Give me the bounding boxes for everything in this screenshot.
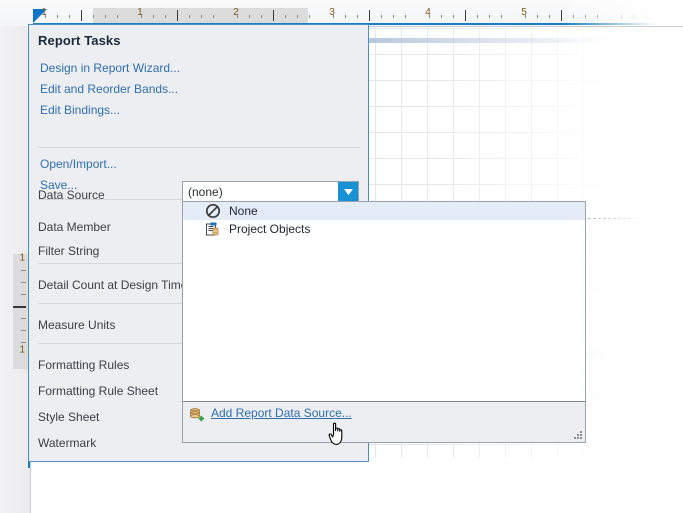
horizontal-ruler-tick — [273, 10, 274, 21]
horizontal-ruler-tick — [549, 15, 550, 18]
horizontal-ruler-tick — [105, 15, 106, 18]
open-import-link[interactable]: Open/Import... — [40, 154, 360, 175]
horizontal-ruler-tick — [369, 10, 370, 21]
horizontal-ruler-tick — [501, 15, 502, 18]
horizontal-ruler-tick — [213, 15, 214, 18]
project-objects-icon — [205, 221, 221, 237]
vertical-ruler-label: 1 — [19, 252, 25, 264]
data-source-combobox-value: (none) — [188, 185, 223, 199]
panel-action-links: Design in Report Wizard... Edit and Reor… — [40, 58, 360, 121]
horizontal-ruler-tick — [441, 15, 442, 18]
property-style-sheet-label: Style Sheet — [38, 410, 100, 424]
horizontal-ruler-tick — [261, 15, 262, 18]
horizontal-ruler-tick — [45, 15, 46, 18]
horizontal-ruler-tick — [357, 15, 358, 18]
horizontal-ruler-tick — [153, 15, 154, 18]
property-measure-units-label: Measure Units — [38, 318, 116, 332]
property-data-member-label: Data Member — [38, 220, 111, 234]
dropdown-item-none-label: None — [229, 204, 258, 218]
horizontal-ruler-tick — [189, 15, 190, 18]
dropdown-item-project-objects-label: Project Objects — [229, 222, 311, 236]
horizontal-ruler-tick — [93, 15, 94, 18]
horizontal-ruler-tick — [249, 15, 250, 18]
data-source-dropdown-popup: None Project Objects Add Report Data Sou… — [182, 201, 586, 443]
horizontal-ruler-tick — [309, 15, 310, 18]
property-data-source-label: Data Source — [38, 188, 105, 202]
horizontal-ruler-tick — [165, 15, 166, 18]
vertical-ruler-tick — [21, 282, 26, 283]
property-formatting-rule-sheet-label: Formatting Rule Sheet — [38, 384, 159, 398]
horizontal-ruler-tick — [453, 15, 454, 18]
horizontal-ruler-tick — [345, 15, 346, 18]
property-detail-count-at-design-time-label: Detail Count at Design Time — [38, 278, 188, 292]
dropdown-item-project-objects[interactable]: Project Objects — [183, 220, 585, 238]
horizontal-ruler-tick — [477, 15, 478, 18]
no-entry-icon — [205, 203, 221, 219]
dropdown-footer: Add Report Data Source... — [183, 401, 585, 442]
panel-divider-1 — [38, 147, 360, 148]
dropdown-item-none[interactable]: None — [183, 202, 585, 220]
horizontal-ruler-tick — [69, 15, 70, 18]
vertical-ruler-tick — [13, 306, 26, 308]
horizontal-ruler-tick — [117, 15, 118, 18]
edit-and-reorder-bands-link[interactable]: Edit and Reorder Bands... — [40, 79, 360, 100]
horizontal-ruler-tick — [177, 10, 178, 21]
vertical-ruler-label: 1 — [19, 344, 25, 356]
horizontal-ruler-tick — [285, 15, 286, 18]
horizontal-ruler-tick — [201, 15, 202, 18]
horizontal-ruler-tick — [57, 15, 58, 18]
resize-grip-icon[interactable] — [572, 429, 582, 439]
horizontal-ruler-tick — [297, 15, 298, 18]
vertical-ruler-tick — [21, 342, 26, 343]
horizontal-ruler-tick — [525, 15, 526, 18]
chevron-down-icon[interactable] — [338, 182, 358, 201]
horizontal-ruler-fade — [563, 0, 683, 26]
vertical-ruler-tick — [21, 318, 26, 319]
data-source-dropdown-list[interactable]: None Project Objects — [183, 202, 585, 402]
horizontal-ruler-tick — [561, 10, 562, 21]
horizontal-ruler-tick — [405, 15, 406, 18]
property-formatting-rules-label: Formatting Rules — [38, 358, 130, 372]
vertical-ruler-tick — [21, 294, 26, 295]
vertical-ruler[interactable]: 11 — [0, 26, 31, 513]
horizontal-ruler-tick — [489, 15, 490, 18]
vertical-ruler-tick — [21, 270, 26, 271]
database-add-icon — [189, 407, 205, 423]
horizontal-ruler-tick — [237, 15, 238, 18]
design-in-report-wizard-link[interactable]: Design in Report Wizard... — [40, 58, 360, 79]
vertical-ruler-tick — [21, 330, 26, 331]
add-report-data-source-link[interactable]: Add Report Data Source... — [211, 406, 352, 420]
edit-bindings-link[interactable]: Edit Bindings... — [40, 100, 360, 121]
property-filter-string-label: Filter String — [38, 244, 100, 258]
horizontal-ruler-tick — [465, 10, 466, 21]
report-designer-window: 112345 11 Report Tasks Design in Report … — [0, 0, 683, 513]
horizontal-ruler-tick — [537, 15, 538, 18]
horizontal-ruler-tick — [393, 15, 394, 18]
panel-title: Report Tasks — [38, 33, 121, 48]
data-source-combobox[interactable]: (none) — [182, 181, 359, 202]
horizontal-ruler-tick — [333, 15, 334, 18]
horizontal-ruler-tick — [81, 10, 82, 21]
horizontal-ruler-tick — [381, 15, 382, 18]
horizontal-ruler-tick — [141, 15, 142, 18]
horizontal-ruler[interactable]: 112345 — [0, 0, 683, 27]
property-watermark-label: Watermark — [38, 436, 97, 450]
horizontal-ruler-tick — [429, 15, 430, 18]
